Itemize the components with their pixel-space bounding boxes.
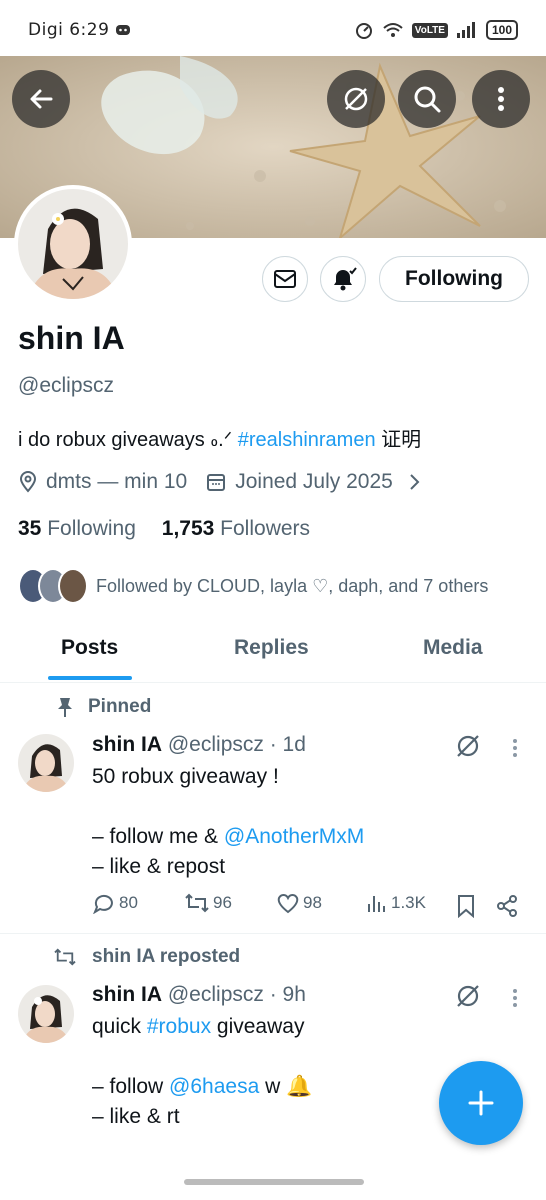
bio-hashtag-link[interactable]: #realshinramen xyxy=(238,429,376,451)
search-button[interactable] xyxy=(398,70,456,128)
pinned-label: Pinned xyxy=(56,696,151,718)
back-arrow-icon xyxy=(30,89,53,109)
search-icon xyxy=(414,86,441,113)
profile-bio: i do robux giveaways ៰.ᐟ #realshinramen … xyxy=(18,429,422,451)
repost-icon xyxy=(185,893,209,913)
followed-by[interactable]: Followed by CLOUD, layla ♡, daph, and 7 … xyxy=(18,568,488,604)
follow-counts: 35 Following 1,753 Followers xyxy=(18,517,310,541)
plus-icon xyxy=(468,1090,494,1116)
back-button[interactable] xyxy=(12,70,70,128)
followers-count-link[interactable]: 1,753 Followers xyxy=(162,517,310,540)
avatar-image xyxy=(18,189,128,299)
post-avatar[interactable] xyxy=(18,985,74,1043)
signal-icon xyxy=(456,22,475,38)
bell-check-icon xyxy=(334,267,357,291)
grok-icon[interactable] xyxy=(455,983,481,1009)
bookmark-icon[interactable] xyxy=(456,894,476,918)
profile-handle: @eclipscz xyxy=(18,374,115,397)
bottom-fade xyxy=(0,1150,546,1200)
status-bar: Digi 6:29 VoLTE 100 xyxy=(0,0,546,56)
reply-icon xyxy=(93,894,113,914)
views-icon xyxy=(368,896,385,912)
post-divider xyxy=(0,933,546,934)
message-button[interactable] xyxy=(262,256,308,302)
tab-media[interactable]: Media xyxy=(423,636,483,660)
post-actions: 80 96 98 1.3K xyxy=(92,892,532,922)
post-avatar[interactable] xyxy=(18,734,74,792)
post-more-icon[interactable] xyxy=(512,738,518,758)
wifi-icon xyxy=(383,23,403,37)
more-button[interactable] xyxy=(472,70,530,128)
post-body: 50 robux giveaway ! – follow me & @Anoth… xyxy=(92,765,365,878)
speed-icon xyxy=(355,23,372,39)
grok-icon xyxy=(344,87,368,111)
compose-button[interactable] xyxy=(439,1061,523,1145)
profile-meta: dmts — min 10 Joined July 2025 xyxy=(18,470,421,494)
status-icons: VoLTE 100 xyxy=(354,20,518,40)
repost-label: shin IA reposted xyxy=(52,946,240,968)
hashtag-link[interactable]: #robux xyxy=(147,1015,211,1038)
reply-button[interactable]: 80 xyxy=(92,892,138,914)
battery-indicator: 100 xyxy=(485,20,518,40)
tab-posts[interactable]: Posts xyxy=(61,636,118,660)
profile-joined: Joined July 2025 xyxy=(235,470,393,493)
post-body: quick #robux giveaway – follow @6haesa w… xyxy=(92,1015,313,1128)
home-indicator[interactable] xyxy=(184,1179,364,1185)
repost-button[interactable]: 96 xyxy=(184,892,232,914)
mention-link[interactable]: @6haesa xyxy=(169,1075,259,1098)
volte-badge: VoLTE xyxy=(411,22,448,38)
avatar-image xyxy=(18,734,74,792)
tab-replies[interactable]: Replies xyxy=(234,636,309,660)
avatar-image xyxy=(18,985,74,1043)
location-icon xyxy=(19,471,37,493)
profile-avatar[interactable] xyxy=(14,185,132,303)
calendar-icon xyxy=(207,474,226,491)
follower-avatar xyxy=(58,568,88,604)
like-button[interactable]: 98 xyxy=(276,892,322,914)
post-header: shin IA @eclipscz · 9h xyxy=(92,983,306,1006)
post-header: shin IA @eclipscz · 1d xyxy=(92,733,306,756)
status-time: Digi 6:29 xyxy=(28,20,131,40)
following-count-link[interactable]: 35 Following xyxy=(18,517,136,540)
post-more-icon[interactable] xyxy=(512,988,518,1008)
following-button[interactable]: Following xyxy=(379,256,529,302)
discord-icon xyxy=(116,25,131,35)
chevron-right-icon[interactable] xyxy=(407,472,421,492)
repost-icon xyxy=(54,948,76,966)
profile-name: shin IA xyxy=(18,320,125,356)
grok-icon[interactable] xyxy=(455,733,481,759)
grok-button[interactable] xyxy=(327,70,385,128)
mention-link[interactable]: @AnotherMxM xyxy=(224,825,364,848)
profile-location: dmts — min 10 xyxy=(46,470,188,493)
mail-icon xyxy=(274,270,296,288)
share-icon[interactable] xyxy=(496,894,518,918)
more-vertical-icon xyxy=(498,87,504,111)
notifications-button[interactable] xyxy=(320,256,366,302)
views-button[interactable]: 1.3K xyxy=(366,892,426,914)
active-tab-indicator xyxy=(48,676,132,680)
profile-tabs: Posts Replies Media xyxy=(0,622,546,683)
heart-icon xyxy=(277,894,299,914)
pin-icon xyxy=(58,698,72,717)
